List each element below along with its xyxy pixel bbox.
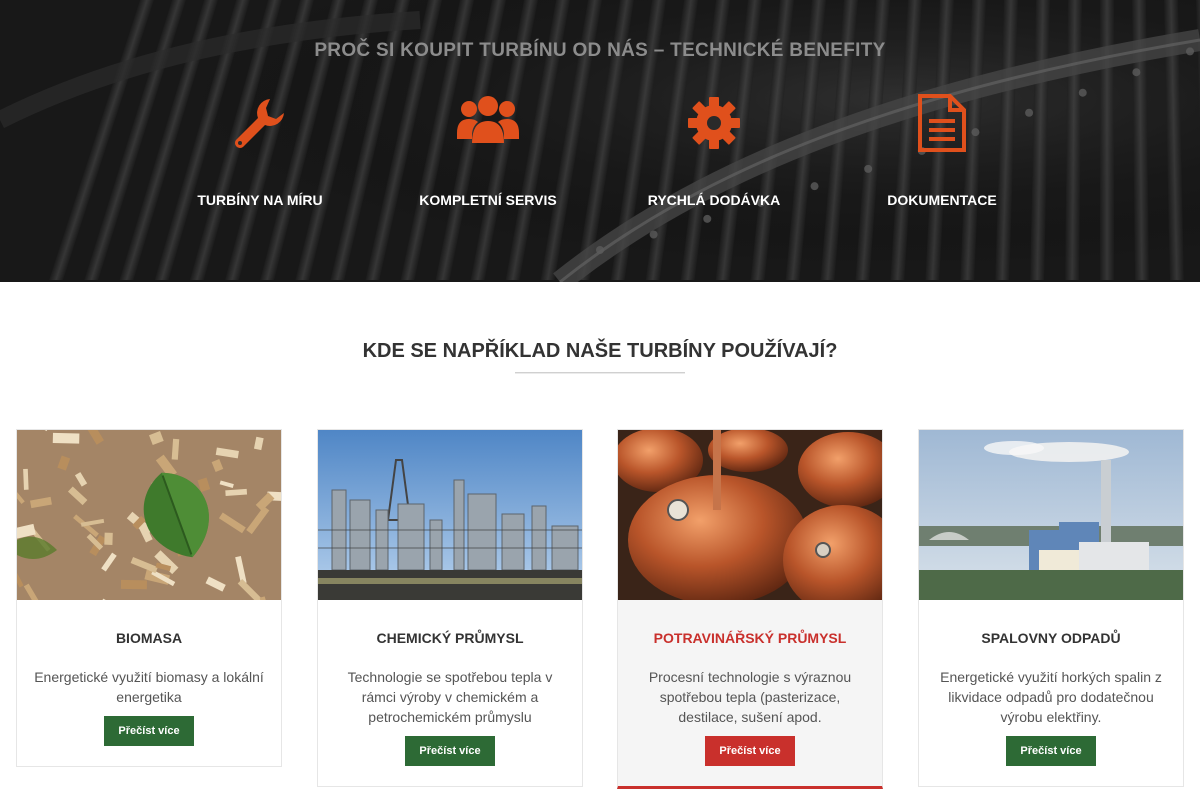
gear-icon (594, 88, 834, 158)
waste-incinerator-photo (919, 430, 1183, 600)
card-description: Energetické využití biomasy a lokální en… (34, 669, 264, 705)
read-more-button[interactable]: Přečíst více (104, 716, 194, 746)
card-food-industry: POTRAVINÁŘSKÝ PRŮMYSL Procesní technolog… (617, 429, 883, 789)
card-title: POTRAVINÁŘSKÝ PRŮMYSL (653, 630, 847, 646)
wrench-icon (140, 88, 380, 158)
benefit-label: RYCHLÁ DODÁVKA (647, 192, 781, 208)
benefit-label: DOKUMENTACE (887, 192, 997, 208)
benefit-label: KOMPLETNÍ SERVIS (419, 192, 557, 208)
card-chemical-industry: CHEMICKÝ PRŮMYSL Technologie se spotřebo… (317, 429, 583, 787)
read-more-button[interactable]: Přečíst více (1006, 736, 1096, 766)
benefit-fast-delivery: RYCHLÁ DODÁVKA (594, 88, 834, 208)
read-more-button[interactable]: Přečíst více (705, 736, 795, 766)
benefit-complete-service: KOMPLETNÍ SERVIS (368, 88, 608, 208)
card-biomass: BIOMASA Energetické využití biomasy a lo… (16, 429, 282, 767)
chemical-plant-photo (318, 430, 582, 600)
card-waste-incinerators: SPALOVNY ODPADŮ Energetické využití hork… (918, 429, 1184, 787)
heading-divider (515, 372, 685, 374)
wood-chips-photo (17, 430, 281, 600)
benefit-documentation: DOKUMENTACE (822, 88, 1062, 208)
read-more-button[interactable]: Přečíst více (405, 736, 495, 766)
card-description: Energetické využití horkých spalin z lik… (940, 669, 1162, 725)
card-description: Procesní technologie s výraznou spotřebo… (648, 669, 852, 725)
benefits-hero: PROČ SI KOUPIT TURBÍNU OD NÁS – TECHNICK… (0, 0, 1200, 282)
card-title: CHEMICKÝ PRŮMYSL (376, 630, 524, 646)
document-icon (822, 88, 1062, 158)
section-heading: KDE SE NAPŘÍKLAD NAŠE TURBÍNY POUŽÍVAJÍ? (362, 340, 838, 362)
benefits-heading: PROČ SI KOUPIT TURBÍNU OD NÁS – TECHNICK… (314, 40, 886, 61)
users-icon (368, 88, 608, 158)
copper-brew-kettles-photo (618, 430, 882, 600)
benefit-custom-turbines: TURBÍNY NA MÍRU (140, 88, 380, 208)
card-title: BIOMASA (115, 630, 183, 646)
benefit-label: TURBÍNY NA MÍRU (197, 192, 323, 208)
card-description: Technologie se spotřebou tepla v rámci v… (347, 669, 553, 725)
card-title: SPALOVNY ODPADŮ (981, 630, 1121, 646)
